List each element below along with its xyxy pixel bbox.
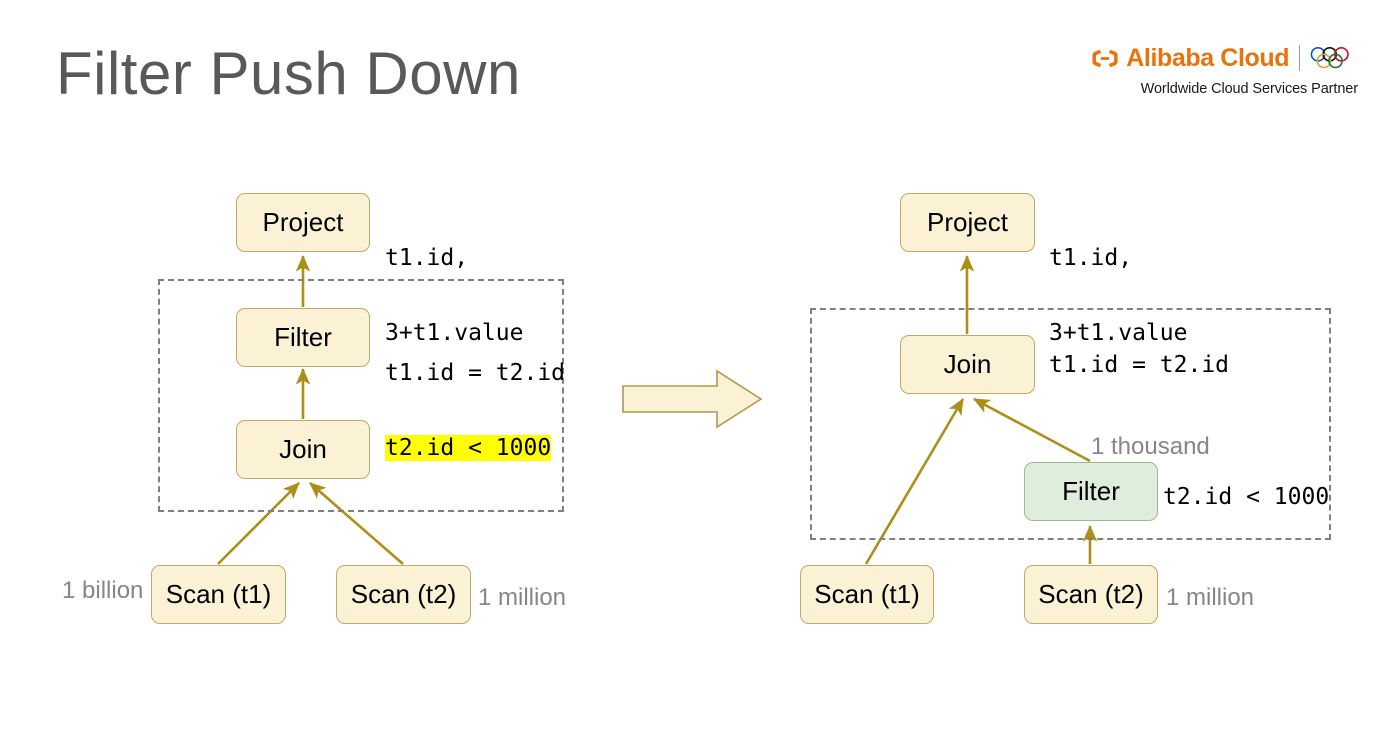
right-scan-t2-cardinality: 1 million: [1166, 584, 1255, 611]
annotation-line: t1.id = t2.id: [385, 360, 566, 386]
left-node-filter[interactable]: Filter: [236, 308, 370, 367]
node-label: Filter: [274, 322, 332, 352]
right-node-project[interactable]: Project: [900, 193, 1035, 252]
right-filter-annotation: t2.id < 1000: [1163, 484, 1330, 510]
right-filter-cardinality: 1 thousand: [1091, 433, 1210, 460]
left-node-scan-t2[interactable]: Scan (t2): [336, 565, 471, 624]
node-label: Join: [279, 434, 327, 464]
node-label: Join: [943, 349, 992, 379]
left-node-project[interactable]: Project: [236, 193, 370, 252]
left-filter-annotation: t1.id = t2.id t2.id < 1000: [385, 311, 565, 511]
annotation-line: 3+t1.value: [1049, 320, 1188, 346]
node-label: Scan (t1): [814, 579, 920, 609]
left-node-scan-t1[interactable]: Scan (t1): [151, 565, 286, 624]
left-scan-t2-cardinality: 1 million: [478, 584, 567, 611]
right-node-filter[interactable]: Filter: [1024, 462, 1158, 521]
node-label: Scan (t1): [165, 579, 272, 609]
right-join-annotation: t1.id = t2.id: [1049, 352, 1230, 378]
right-node-scan-t2[interactable]: Scan (t2): [1024, 565, 1158, 624]
node-label: Scan (t2): [1038, 579, 1144, 609]
node-label: Scan (t2): [350, 579, 457, 609]
annotation-line: t1.id,: [385, 245, 469, 271]
right-node-scan-t1[interactable]: Scan (t1): [800, 565, 934, 624]
highlighted-predicate: t2.id < 1000: [385, 435, 552, 461]
node-label: Project: [927, 207, 1008, 237]
right-node-join[interactable]: Join: [900, 335, 1035, 394]
node-label: Filter: [1062, 476, 1120, 506]
annotation-line: t1.id,: [1049, 245, 1133, 271]
transform-arrow-icon: [622, 369, 763, 429]
left-scan-t1-cardinality: 1 billion: [62, 577, 144, 604]
filter-push-down-diagram: Project t1.id, 3+t1.value Filter t1.id =…: [0, 0, 1400, 753]
annotation-line-highlighted: t2.id < 1000: [385, 435, 565, 461]
left-node-join[interactable]: Join: [236, 420, 370, 479]
node-label: Project: [262, 207, 344, 237]
